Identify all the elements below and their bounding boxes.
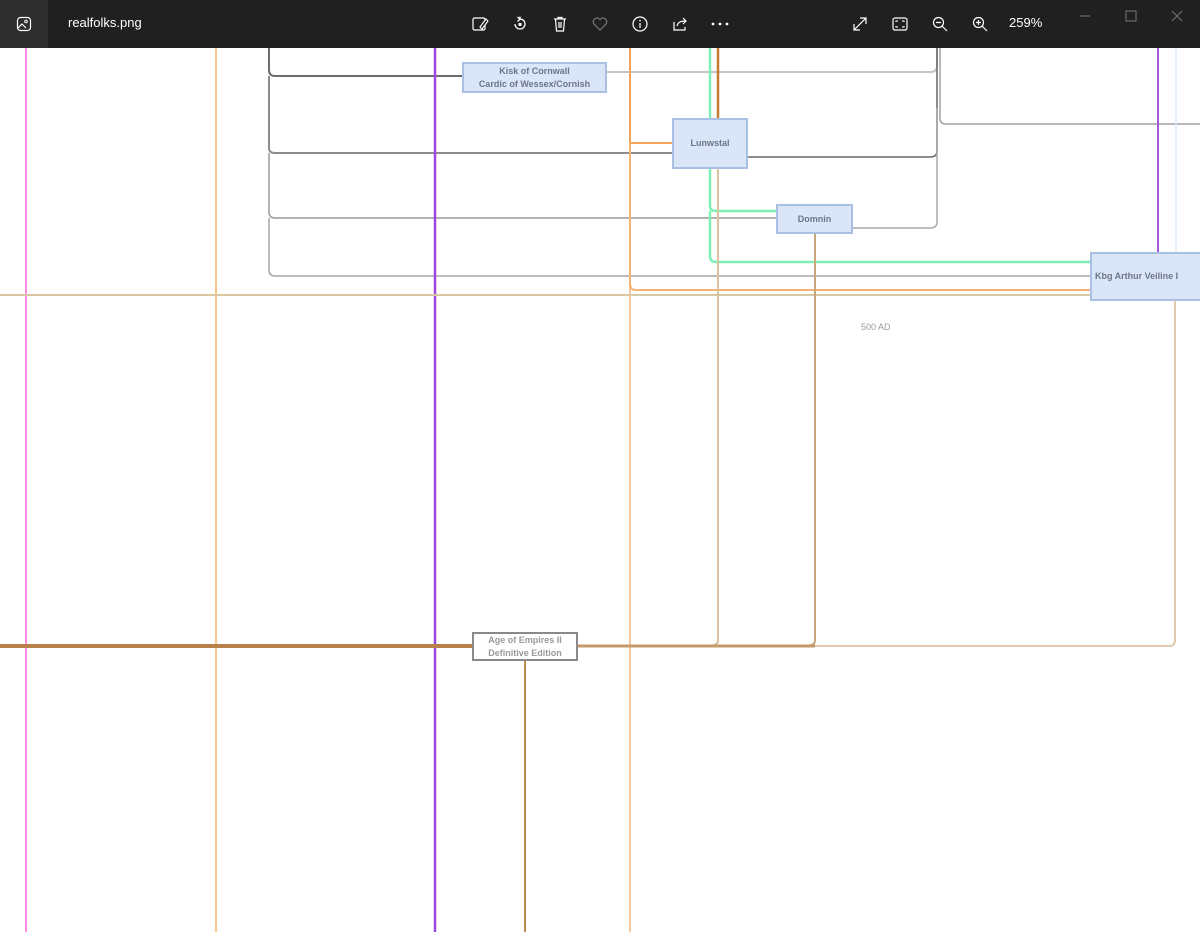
maximize-icon[interactable]: [1108, 0, 1154, 32]
fullscreen-icon[interactable]: [844, 8, 876, 40]
fit-to-window-icon[interactable]: [884, 8, 916, 40]
node-small: Domnin: [776, 204, 853, 234]
node-center-label: Lunwstal: [690, 138, 730, 148]
info-icon[interactable]: [624, 8, 656, 40]
favorite-icon[interactable]: [584, 8, 616, 40]
file-name: realfolks.png: [68, 15, 142, 30]
node-age-of-empires: Age of Empires II Definitive Edition: [472, 632, 578, 661]
node-cornwall-line1: Kisk of Cornwall: [499, 65, 570, 76]
rotate-icon[interactable]: [504, 8, 536, 40]
more-icon[interactable]: [704, 8, 736, 40]
node-cornwall-line2: Cardic of Wessex/Cornish: [478, 78, 591, 89]
minimize-icon[interactable]: [1062, 0, 1108, 32]
diagram-lines: [0, 48, 1200, 932]
game-line1: Age of Empires II: [488, 634, 562, 645]
photos-app-icon[interactable]: [0, 0, 48, 48]
close-icon[interactable]: [1154, 0, 1200, 32]
share-icon[interactable]: [664, 8, 696, 40]
year-label: 500 AD: [861, 322, 891, 332]
title-bar: realfolks.png 259%: [0, 0, 1200, 48]
node-small-label: Domnin: [797, 213, 832, 224]
zoom-in-icon[interactable]: [964, 8, 996, 40]
delete-icon[interactable]: [544, 8, 576, 40]
zoom-level[interactable]: 259%: [1009, 15, 1042, 30]
node-right: Kbg Arthur Veiline I: [1090, 252, 1200, 301]
game-line2: Definitive Edition: [488, 647, 562, 658]
image-viewport[interactable]: Kisk of Cornwall Cardic of Wessex/Cornis…: [0, 48, 1200, 932]
node-center: Lunwstal: [672, 118, 748, 169]
edit-image-icon[interactable]: [464, 8, 496, 40]
node-right-label: Kbg Arthur Veiline I: [1095, 271, 1179, 281]
zoom-out-icon[interactable]: [924, 8, 956, 40]
node-cornwall: Kisk of Cornwall Cardic of Wessex/Cornis…: [462, 62, 607, 93]
